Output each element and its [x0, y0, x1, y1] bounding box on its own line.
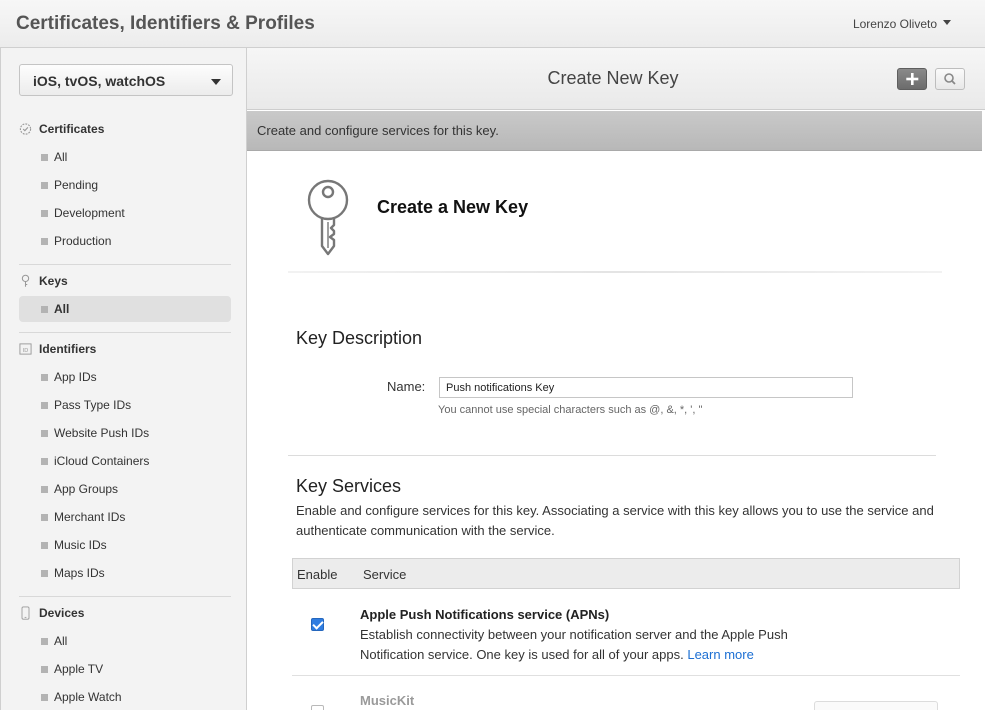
bullet-icon: [41, 374, 48, 381]
chevron-down-icon: [211, 79, 221, 85]
key-services-description: Enable and configure services for this k…: [296, 503, 934, 538]
user-menu[interactable]: Lorenzo Oliveto: [853, 17, 937, 31]
bullet-icon: [41, 402, 48, 409]
platform-select-label: iOS, tvOS, watchOS: [33, 73, 166, 89]
sidebar-item-app-ids[interactable]: App IDs: [19, 364, 231, 390]
main-header: Create New Key: [247, 48, 985, 110]
platform-select[interactable]: iOS, tvOS, watchOS: [19, 64, 233, 96]
bullet-icon: [41, 182, 48, 189]
sidebar-item-label: Apple Watch: [54, 690, 122, 704]
sidebar-item-apple-watch[interactable]: Apple Watch: [19, 684, 231, 710]
bullet-icon: [41, 458, 48, 465]
bullet-icon: [41, 210, 48, 217]
sidebar: iOS, tvOS, watchOS Certificates All Pend…: [0, 48, 247, 710]
bullet-icon: [41, 542, 48, 549]
sidebar-item-label: Merchant IDs: [54, 510, 126, 524]
user-menu-caret-icon[interactable]: [943, 20, 951, 25]
bullet-icon: [41, 666, 48, 673]
musickit-enable-checkbox[interactable]: [311, 705, 324, 710]
service-name: MusicKit: [360, 693, 415, 708]
column-header-service: Service: [363, 567, 407, 582]
sidebar-item-label: iCloud Containers: [54, 454, 150, 468]
sidebar-divider: [19, 332, 231, 333]
bullet-icon: [41, 514, 48, 521]
page-title: Create New Key: [547, 68, 679, 88]
bullet-icon: [41, 154, 48, 161]
column-header-enable: Enable: [297, 567, 338, 582]
sidebar-item-label: Production: [54, 234, 112, 248]
create-key-heading: Create a New Key: [377, 197, 529, 217]
sidebar-item-pass-type-ids[interactable]: Pass Type IDs: [19, 392, 231, 418]
sidebar-item-apple-tv[interactable]: Apple TV: [19, 656, 231, 682]
sidebar-item-certificates-all[interactable]: All: [19, 144, 231, 170]
key-icon: [21, 274, 30, 287]
add-button[interactable]: [897, 68, 927, 90]
user-name: Lorenzo Oliveto: [852, 17, 937, 31]
services-table-header: Enable Service: [292, 558, 960, 589]
service-name: Apple Push Notifications service (APNs): [360, 607, 610, 622]
section-title: Devices: [39, 606, 85, 620]
page-subtitle: Create and configure services for this k…: [257, 123, 499, 138]
svg-text:ID: ID: [23, 348, 29, 354]
bullet-icon: [41, 306, 48, 313]
search-icon: [944, 73, 956, 85]
sidebar-item-label: Pass Type IDs: [54, 398, 132, 412]
name-label: Name:: [387, 379, 426, 394]
top-bar: Certificates, Identifiers & Profiles Lor…: [0, 0, 985, 48]
sidebar-item-label: Music IDs: [54, 538, 107, 552]
key-name-input[interactable]: [439, 377, 853, 398]
sidebar-divider: [19, 264, 231, 265]
key-icon: [307, 179, 349, 256]
key-services-title: Key Services: [296, 476, 402, 496]
plus-icon: [906, 73, 919, 85]
sidebar-item-label: Apple TV: [54, 662, 104, 676]
sidebar-item-app-groups[interactable]: App Groups: [19, 476, 231, 502]
sidebar-item-keys-all[interactable]: All: [19, 296, 231, 322]
apns-enable-checkbox[interactable]: [311, 618, 324, 631]
bullet-icon: [41, 570, 48, 577]
section-title: Identifiers: [39, 342, 97, 356]
key-description-title: Key Description: [296, 328, 423, 348]
sidebar-item-certificates-pending[interactable]: Pending: [19, 172, 231, 198]
section-divider: [288, 455, 936, 456]
sidebar-item-website-push-ids[interactable]: Website Push IDs: [19, 420, 231, 446]
name-hint: You cannot use special characters such a…: [438, 404, 703, 416]
service-description: Establish connectivity between your noti…: [360, 625, 830, 665]
sidebar-item-label: Development: [54, 206, 125, 220]
certificate-icon: [19, 123, 32, 135]
sidebar-item-certificates-production[interactable]: Production: [19, 228, 231, 254]
sidebar-item-maps-ids[interactable]: Maps IDs: [19, 560, 231, 586]
bullet-icon: [41, 638, 48, 645]
bullet-icon: [41, 694, 48, 701]
sidebar-divider: [19, 596, 231, 597]
sidebar-item-label: Maps IDs: [54, 566, 105, 580]
sidebar-item-icloud-containers[interactable]: iCloud Containers: [19, 448, 231, 474]
app-title: Certificates, Identifiers & Profiles: [16, 13, 315, 34]
id-icon: ID: [19, 343, 32, 355]
row-divider: [292, 675, 960, 676]
sidebar-item-music-ids[interactable]: Music IDs: [19, 532, 231, 558]
search-button[interactable]: [935, 68, 965, 90]
main-content: Create a New Key Key Description Name: Y…: [247, 152, 982, 710]
learn-more-link[interactable]: Learn more: [687, 647, 753, 662]
bullet-icon: [41, 238, 48, 245]
sidebar-item-label: All: [54, 634, 68, 648]
device-icon: [21, 606, 30, 620]
bullet-icon: [41, 486, 48, 493]
sidebar-item-certificates-development[interactable]: Development: [19, 200, 231, 226]
sidebar-item-devices-all[interactable]: All: [19, 628, 231, 654]
sidebar-item-label: App IDs: [54, 370, 97, 384]
bullet-icon: [41, 430, 48, 437]
section-title: Certificates: [39, 122, 105, 136]
section-title: Keys: [39, 274, 68, 288]
page-subtitle-bar: Create and configure services for this k…: [247, 111, 982, 151]
sidebar-item-label: Website Push IDs: [54, 426, 150, 440]
sidebar-item-label: App Groups: [54, 482, 119, 496]
configure-button[interactable]: [814, 701, 938, 710]
sidebar-item-label: All: [54, 302, 70, 316]
sidebar-item-label: All: [54, 150, 68, 164]
sidebar-item-merchant-ids[interactable]: Merchant IDs: [19, 504, 231, 530]
section-divider: [288, 271, 942, 273]
sidebar-item-label: Pending: [54, 178, 99, 192]
